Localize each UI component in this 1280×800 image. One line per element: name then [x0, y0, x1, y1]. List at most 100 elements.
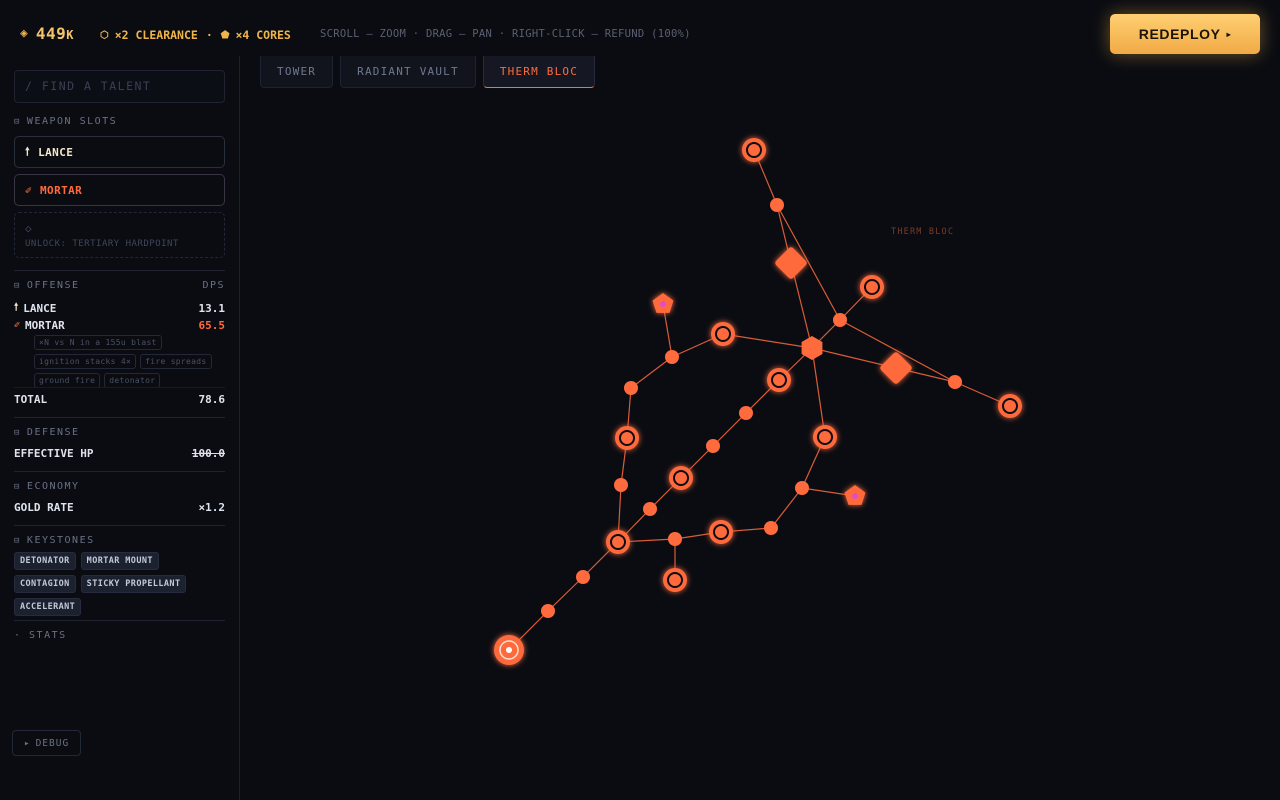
talent-node[interactable]: [770, 198, 784, 212]
talent-node[interactable]: [795, 481, 809, 495]
weapon-slot-label: LANCE: [38, 145, 74, 159]
divider: [14, 525, 225, 526]
talent-node[interactable]: [576, 570, 590, 584]
gold-rate-label: GOLD RATE: [14, 501, 74, 514]
offense-total-row: TOTAL 78.6: [14, 393, 225, 406]
talent-node[interactable]: [652, 293, 674, 313]
lance-icon: 🠕: [25, 144, 31, 158]
talent-node[interactable]: [742, 138, 766, 162]
talent-node[interactable]: [709, 520, 733, 544]
economy-heading: ⊟ ECONOMY: [14, 481, 80, 492]
talent-tree-graph[interactable]: [240, 88, 1280, 800]
talent-node[interactable]: [668, 532, 682, 546]
debug-label: DEBUG: [35, 737, 70, 749]
top-bar: ◈ 449K ⬡ ×2 CLEARANCE · ⬟ ×4 CORES SCROL…: [0, 0, 1280, 56]
gold-counter: ◈ 449K: [20, 24, 74, 43]
dps-column-label: DPS: [202, 280, 225, 291]
divider: [14, 471, 225, 472]
weapon-slot-locked[interactable]: ◇ UNLOCK: TERTIARY HARDPOINT: [14, 212, 225, 258]
mortar-effect-chips: ×N vs N in a 155u blast ignition stacks …: [34, 335, 224, 388]
section-icon: ⊟: [14, 481, 21, 492]
effective-hp-row: EFFECTIVE HP 100.0: [14, 447, 225, 460]
talent-node[interactable]: [494, 635, 524, 665]
economy-title: ECONOMY: [26, 481, 80, 492]
weapon-slot-mortar[interactable]: ✐ MORTAR: [14, 174, 225, 206]
stats-toggle[interactable]: · STATS: [14, 630, 67, 641]
weapon-slot-lance[interactable]: 🠕 LANCE: [14, 136, 225, 168]
keystone-list: DETONATOR MORTAR MOUNT CONTAGION STICKY …: [14, 552, 225, 616]
offense-row-value: 65.5: [198, 319, 226, 332]
talent-link: [630, 356, 673, 389]
controls-hint: SCROLL — ZOOM · DRAG — PAN · RIGHT-CLICK…: [320, 28, 691, 40]
talent-link: [811, 347, 826, 438]
talent-node[interactable]: [665, 350, 679, 364]
defense-heading: ⊟ DEFENSE: [14, 427, 80, 438]
talent-node[interactable]: [706, 439, 720, 453]
effective-hp-value: 100.0: [191, 447, 225, 460]
tree-tabs: TOWER RADIANT VAULT THERM BLOC: [260, 56, 596, 88]
section-icon: ⊟: [14, 427, 21, 438]
cores-count: ×4 CORES: [235, 28, 291, 42]
section-icon: ⊟: [14, 280, 21, 291]
locked-slot-icon: ◇: [25, 221, 33, 235]
total-label: TOTAL: [14, 393, 48, 406]
weapon-slot-label: MORTAR: [40, 183, 83, 197]
talent-search-input[interactable]: / FIND A TALENT: [14, 70, 225, 103]
offense-row-mortar: ✐ MORTAR 65.5: [14, 319, 225, 332]
effect-chip: ×N vs N in a 155u blast: [34, 335, 162, 350]
talent-node[interactable]: [998, 394, 1022, 418]
talent-node[interactable]: [767, 368, 791, 392]
tab-therm-bloc[interactable]: THERM BLOC: [482, 56, 596, 88]
talent-node[interactable]: [860, 275, 884, 299]
talent-node[interactable]: [764, 521, 778, 535]
lance-icon: 🠕: [14, 302, 19, 313]
talent-node[interactable]: [844, 485, 866, 505]
talent-node[interactable]: [833, 313, 847, 327]
talent-node[interactable]: [541, 604, 555, 618]
talent-node[interactable]: [813, 425, 837, 449]
talent-node[interactable]: [801, 336, 823, 360]
sidebar: / FIND A TALENT ⊟ WEAPON SLOTS 🠕 LANCE ✐…: [0, 56, 240, 800]
talent-link: [712, 412, 747, 447]
talent-link: [770, 487, 803, 529]
talent-node[interactable]: [614, 478, 628, 492]
cores-icon: ⬟: [220, 29, 230, 41]
offense-heading: ⊟ OFFENSE DPS: [14, 280, 225, 291]
keystone-tag[interactable]: CONTAGION: [14, 575, 76, 593]
keystone-tag[interactable]: MORTAR MOUNT: [80, 552, 159, 570]
keystone-tag[interactable]: STICKY PROPELLANT: [80, 575, 187, 593]
talent-node[interactable]: [711, 322, 735, 346]
offense-row-value: 13.1: [198, 302, 226, 315]
talent-node[interactable]: [948, 375, 962, 389]
talent-node[interactable]: [606, 530, 630, 554]
effect-chip: ground fire: [34, 373, 101, 388]
tab-tower[interactable]: TOWER: [260, 56, 334, 88]
talent-node[interactable]: [624, 381, 638, 395]
talent-node[interactable]: [739, 406, 753, 420]
talent-node[interactable]: [643, 502, 657, 516]
effect-chip: detonator: [104, 373, 161, 388]
weapon-slots-heading: ⊟ WEAPON SLOTS: [14, 116, 117, 127]
offense-row-label: LANCE: [23, 302, 57, 315]
keystone-tag[interactable]: DETONATOR: [14, 552, 76, 570]
talent-link: [722, 333, 813, 349]
gold-value: 449K: [36, 24, 74, 43]
talent-node[interactable]: [663, 568, 687, 592]
locked-slot-label: UNLOCK: TERTIARY HARDPOINT: [25, 238, 179, 249]
talent-tree-canvas[interactable]: THERM BLOC: [240, 88, 1280, 800]
talent-node[interactable]: [669, 466, 693, 490]
effect-chip: fire spreads: [140, 354, 212, 369]
gold-icon: ◈: [20, 26, 28, 41]
tab-radiant-vault[interactable]: RADIANT VAULT: [340, 56, 476, 88]
gold-amount: 449: [35, 24, 67, 43]
offense-title: OFFENSE: [26, 280, 80, 291]
expand-arrow-icon: ▸: [23, 737, 31, 749]
keystone-tag[interactable]: ACCELERANT: [14, 598, 82, 616]
divider: [14, 387, 225, 388]
talent-node[interactable]: [615, 426, 639, 450]
debug-button[interactable]: ▸ DEBUG: [12, 730, 81, 756]
mortar-icon: ✐: [25, 183, 33, 197]
redeploy-button[interactable]: REDEPLOY ▸: [1110, 14, 1260, 54]
weapon-slots-title: WEAPON SLOTS: [26, 116, 118, 127]
section-icon: ⊟: [14, 116, 21, 127]
